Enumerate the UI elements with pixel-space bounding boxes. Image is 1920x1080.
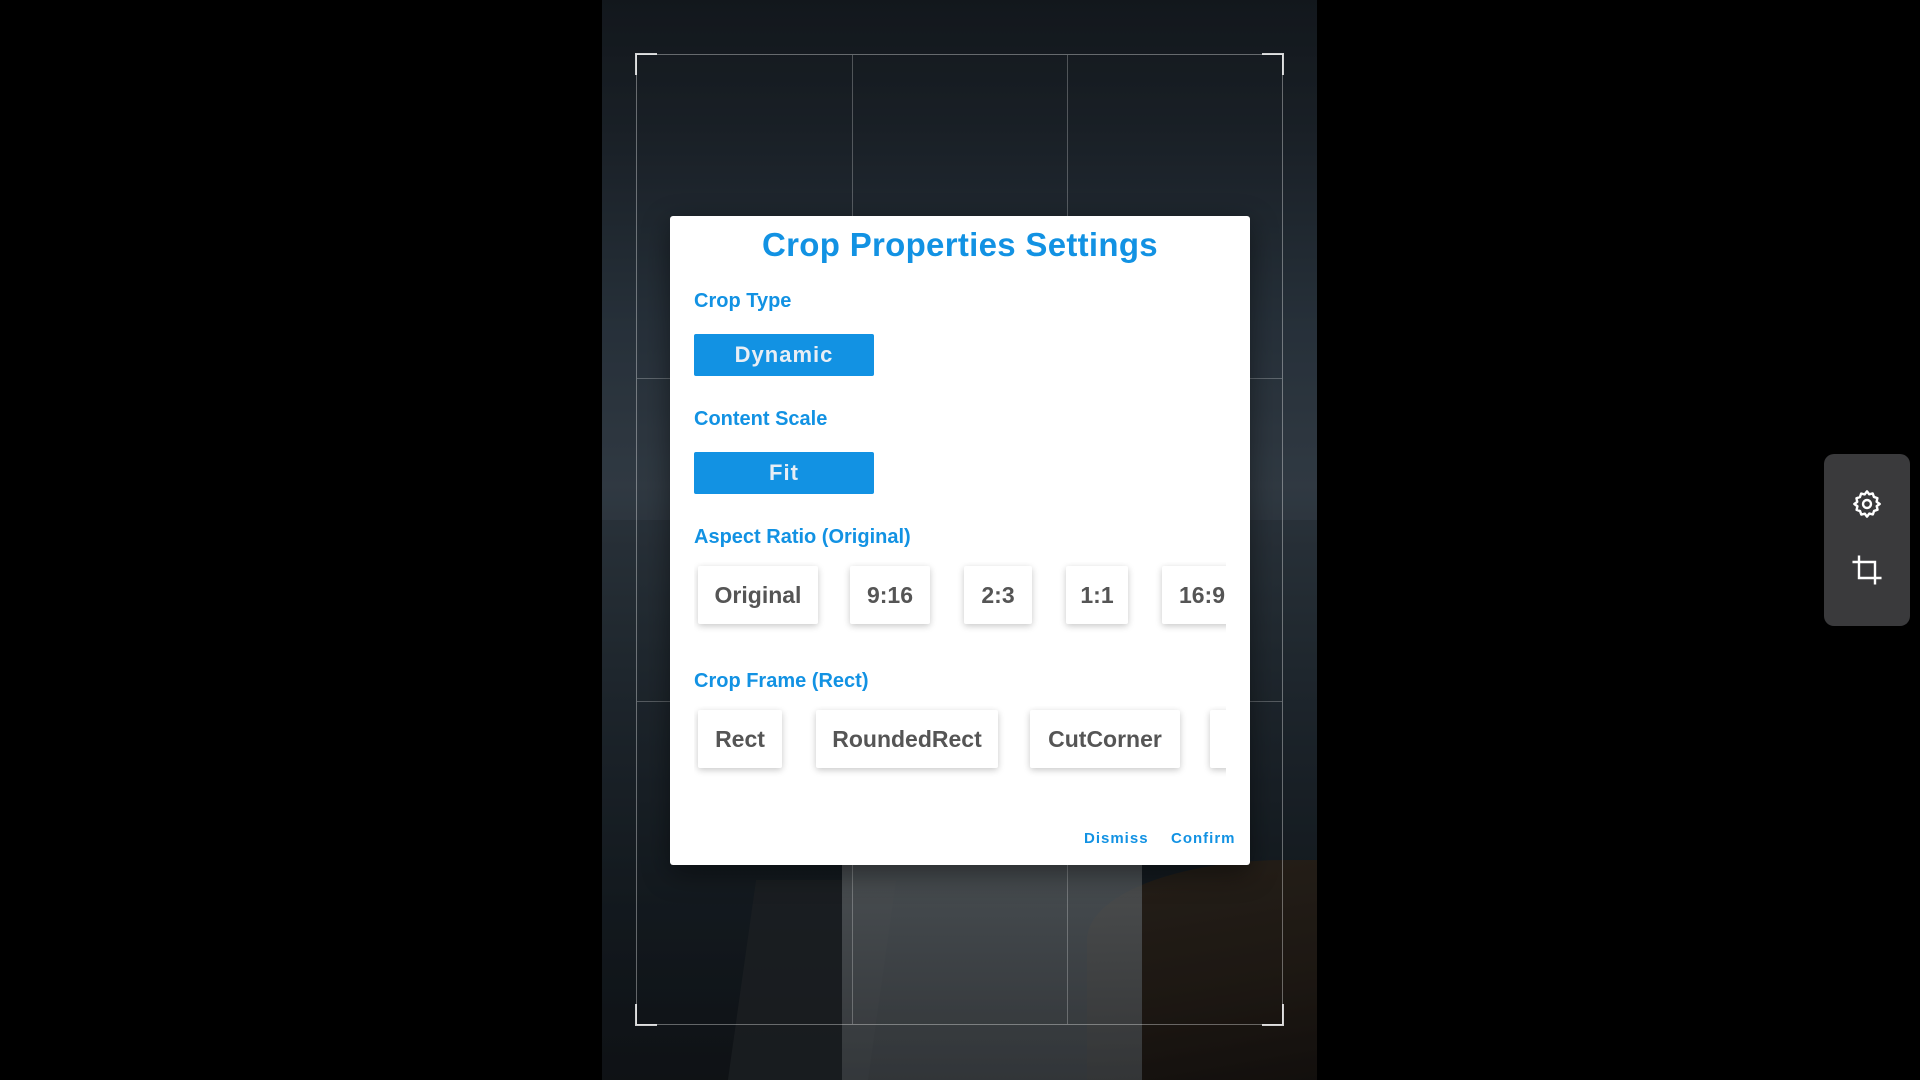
crop-icon bbox=[1851, 554, 1883, 591]
confirm-button[interactable]: Confirm bbox=[1171, 830, 1236, 847]
crop-frame-options[interactable]: Rect RoundedRect CutCorner bbox=[694, 706, 1226, 800]
crop-frame-label: Crop Frame (Rect) bbox=[694, 670, 869, 692]
aspect-option-1-1[interactable]: 1:1 bbox=[1066, 566, 1128, 624]
gear-icon bbox=[1851, 488, 1883, 525]
crop-type-label: Crop Type bbox=[694, 290, 792, 312]
aspect-option-2-3[interactable]: 2:3 bbox=[964, 566, 1032, 624]
crop-settings-dialog: Crop Properties Settings Crop Type Dynam… bbox=[670, 216, 1250, 865]
dialog-title: Crop Properties Settings bbox=[762, 226, 1158, 263]
crop-type-button[interactable]: Dynamic bbox=[694, 334, 874, 376]
frame-option-rounded-rect[interactable]: RoundedRect bbox=[816, 710, 998, 768]
crop-handle-top-right[interactable] bbox=[1262, 53, 1284, 75]
crop-handle-bottom-right[interactable] bbox=[1262, 1004, 1284, 1026]
frame-option-next[interactable] bbox=[1210, 710, 1226, 768]
crop-handle-bottom-left[interactable] bbox=[635, 1004, 657, 1026]
content-scale-button[interactable]: Fit bbox=[694, 452, 874, 494]
tool-panel bbox=[1824, 454, 1910, 626]
aspect-option-9-16[interactable]: 9:16 bbox=[850, 566, 930, 624]
settings-button[interactable] bbox=[1847, 486, 1887, 526]
aspect-ratio-options[interactable]: Original 9:16 2:3 1:1 16:9 bbox=[694, 562, 1226, 656]
frame-option-cut-corner[interactable]: CutCorner bbox=[1030, 710, 1180, 768]
crop-handle-top-left[interactable] bbox=[635, 53, 657, 75]
frame-option-rect[interactable]: Rect bbox=[698, 710, 782, 768]
aspect-option-original[interactable]: Original bbox=[698, 566, 818, 624]
aspect-ratio-label: Aspect Ratio (Original) bbox=[694, 526, 911, 548]
dismiss-button[interactable]: Dismiss bbox=[1084, 830, 1149, 847]
aspect-option-16-9[interactable]: 16:9 bbox=[1162, 566, 1226, 624]
content-scale-label: Content Scale bbox=[694, 408, 828, 430]
crop-editor-screen: Crop Properties Settings Crop Type Dynam… bbox=[0, 0, 1920, 1080]
crop-button[interactable] bbox=[1847, 552, 1887, 592]
